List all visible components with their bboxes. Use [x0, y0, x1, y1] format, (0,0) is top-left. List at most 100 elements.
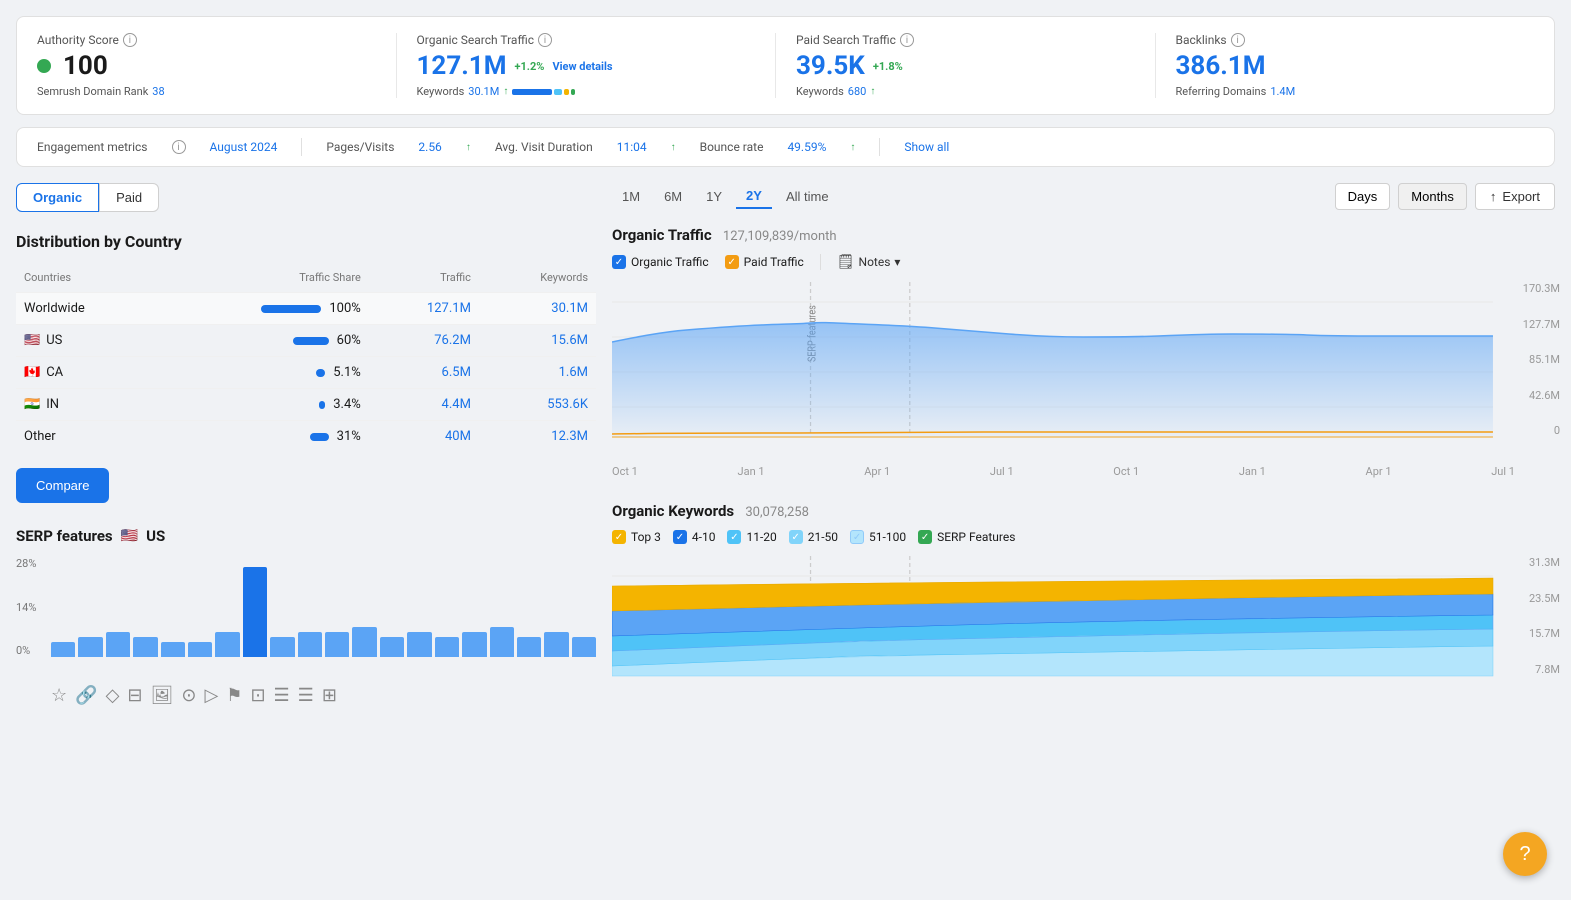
serp-bar [517, 637, 541, 657]
view-details-link[interactable]: View details [552, 60, 612, 73]
serp-icon-4: ⊟ [127, 685, 142, 706]
kw-legend: ✓ Top 3 ✓ 4-10 ✓ 11-20 ✓ [612, 530, 1555, 544]
divider2 [879, 138, 880, 156]
traffic-share-cell: 60% [157, 325, 369, 357]
paid-search-value: 39.5K +1.8% [796, 51, 1135, 81]
serp-check: ✓ [918, 530, 932, 544]
organic-search-metric: Organic Search Traffic i 127.1M +1.2% Vi… [397, 33, 777, 98]
serp-bar [435, 637, 459, 657]
avg-visit-label: Avg. Visit Duration [495, 140, 593, 154]
backlinks-label: Backlinks i [1176, 33, 1515, 47]
notes-dropdown-icon: ▾ [894, 255, 900, 269]
domains-link[interactable]: 1.4M [1270, 85, 1295, 98]
backlinks-info-icon[interactable]: i [1231, 33, 1245, 47]
left-panel: Organic Paid Distribution by Country Cou… [16, 183, 596, 706]
country-name-cell: 🇮🇳IN [16, 389, 157, 421]
4-10-check: ✓ [673, 530, 687, 544]
authority-score-metric: Authority Score i 100 Semrush Domain Ran… [37, 33, 397, 98]
kw-legend-serp[interactable]: ✓ SERP Features [918, 530, 1015, 544]
legend-organic[interactable]: ✓ Organic Traffic [612, 255, 709, 269]
paid-search-info-icon[interactable]: i [900, 33, 914, 47]
col-countries: Countries [16, 267, 157, 293]
kw-legend-11-20[interactable]: ✓ 11-20 [727, 530, 776, 544]
time-btn-1y[interactable]: 1Y [696, 185, 732, 208]
authority-info-icon[interactable]: i [123, 33, 137, 47]
tab-organic[interactable]: Organic [16, 183, 99, 212]
keywords-cell: 1.6M [479, 357, 596, 389]
organic-change: +1.2% [514, 60, 544, 73]
serp-bar [78, 637, 102, 657]
organic-keywords-link[interactable]: 30.1M [468, 85, 499, 98]
keywords-trend-up: ↑ [503, 86, 508, 97]
top3-check: ✓ [612, 530, 626, 544]
serp-icon-8: ⚑ [226, 685, 242, 706]
legend-paid[interactable]: ✓ Paid Traffic [725, 255, 804, 269]
time-btn-1m[interactable]: 1M [612, 185, 650, 208]
notes-button[interactable]: 🗒 Notes ▾ [837, 254, 901, 270]
bounce-label: Bounce rate [700, 140, 764, 154]
export-icon: ↑ [1490, 189, 1497, 204]
keywords-header: Organic Keywords 30,078,258 [612, 502, 1555, 520]
traffic-chart-svg: SERP features [612, 282, 1555, 457]
compare-button[interactable]: Compare [16, 468, 109, 503]
traffic-chart-subtitle: 127,109,839/month [723, 229, 837, 244]
traffic-share-cell: 5.1% [157, 357, 369, 389]
time-btn-all[interactable]: All time [776, 185, 839, 208]
serp-icon-5: 🖼 [151, 685, 174, 706]
country-flag: 🇮🇳 [24, 397, 40, 412]
paid-check: ✓ [725, 255, 739, 269]
domain-rank-link[interactable]: 38 [152, 85, 164, 98]
organic-search-info-icon[interactable]: i [538, 33, 552, 47]
view-btn-days[interactable]: Days [1335, 183, 1391, 210]
serp-bar [188, 642, 212, 657]
serp-icon-6: ⊙ [181, 685, 196, 706]
country-name-cell: 🇺🇸US [16, 325, 157, 357]
table-row[interactable]: 🇨🇦CA 5.1% 6.5M1.6M [16, 357, 596, 389]
kw-legend-51-100[interactable]: ✓ 51-100 [850, 530, 906, 544]
kw-legend-top3[interactable]: ✓ Top 3 [612, 530, 661, 544]
notes-icon: 🗒 [837, 254, 855, 270]
help-button[interactable]: ? [1503, 832, 1547, 876]
engagement-info-icon[interactable]: i [172, 140, 186, 154]
country-name-cell: Worldwide [16, 293, 157, 325]
serp-icon-11: ☰ [298, 685, 314, 706]
tab-paid[interactable]: Paid [99, 183, 159, 212]
serp-title: SERP features 🇺🇸 US [16, 527, 596, 545]
paid-sub: Keywords 680 ↑ [796, 85, 1135, 98]
engagement-label: Engagement metrics [37, 140, 148, 154]
serp-flag: 🇺🇸 [121, 528, 138, 544]
backlinks-sub: Referring Domains 1.4M [1176, 85, 1515, 98]
table-row[interactable]: Worldwide 100% 127.1M30.1M [16, 293, 596, 325]
21-50-check: ✓ [789, 530, 803, 544]
time-btn-6m[interactable]: 6M [654, 185, 692, 208]
table-row[interactable]: 🇺🇸US 60% 76.2M15.6M [16, 325, 596, 357]
view-btns: Days Months ↑ Export [1335, 183, 1555, 210]
traffic-cell: 40M [369, 421, 479, 453]
kw-legend-21-50[interactable]: ✓ 21-50 [789, 530, 838, 544]
serp-bar [270, 637, 294, 657]
country-name-cell: 🇨🇦CA [16, 357, 157, 389]
traffic-bar [319, 401, 325, 409]
serp-icon-9: ⊡ [250, 685, 265, 706]
show-all-link[interactable]: Show all [904, 140, 949, 154]
serp-bar [380, 637, 404, 657]
x-label-jan2: Jan 1 [1239, 465, 1266, 478]
table-row[interactable]: Other 31% 40M12.3M [16, 421, 596, 453]
engagement-date: August 2024 [210, 140, 278, 154]
x-label-oct2: Oct 1 [1113, 465, 1139, 478]
traffic-cell: 76.2M [369, 325, 479, 357]
serp-bar [490, 627, 514, 657]
x-label-apr1: Apr 1 [864, 465, 890, 478]
paid-keywords-link[interactable]: 680 [848, 85, 867, 98]
kw-y-axis: 31.3M 23.5M 15.7M 7.8M [1529, 556, 1560, 676]
keywords-title: Organic Keywords [612, 502, 734, 520]
table-row[interactable]: 🇮🇳IN 3.4% 4.4M553.6K [16, 389, 596, 421]
traffic-share-cell: 3.4% [157, 389, 369, 421]
time-btn-2y[interactable]: 2Y [736, 184, 772, 209]
organic-search-label: Organic Search Traffic i [417, 33, 756, 47]
serp-bar [407, 632, 431, 657]
export-button[interactable]: ↑ Export [1475, 183, 1555, 210]
legend-divider [820, 254, 821, 270]
kw-legend-4-10[interactable]: ✓ 4-10 [673, 530, 716, 544]
view-btn-months[interactable]: Months [1398, 183, 1467, 210]
